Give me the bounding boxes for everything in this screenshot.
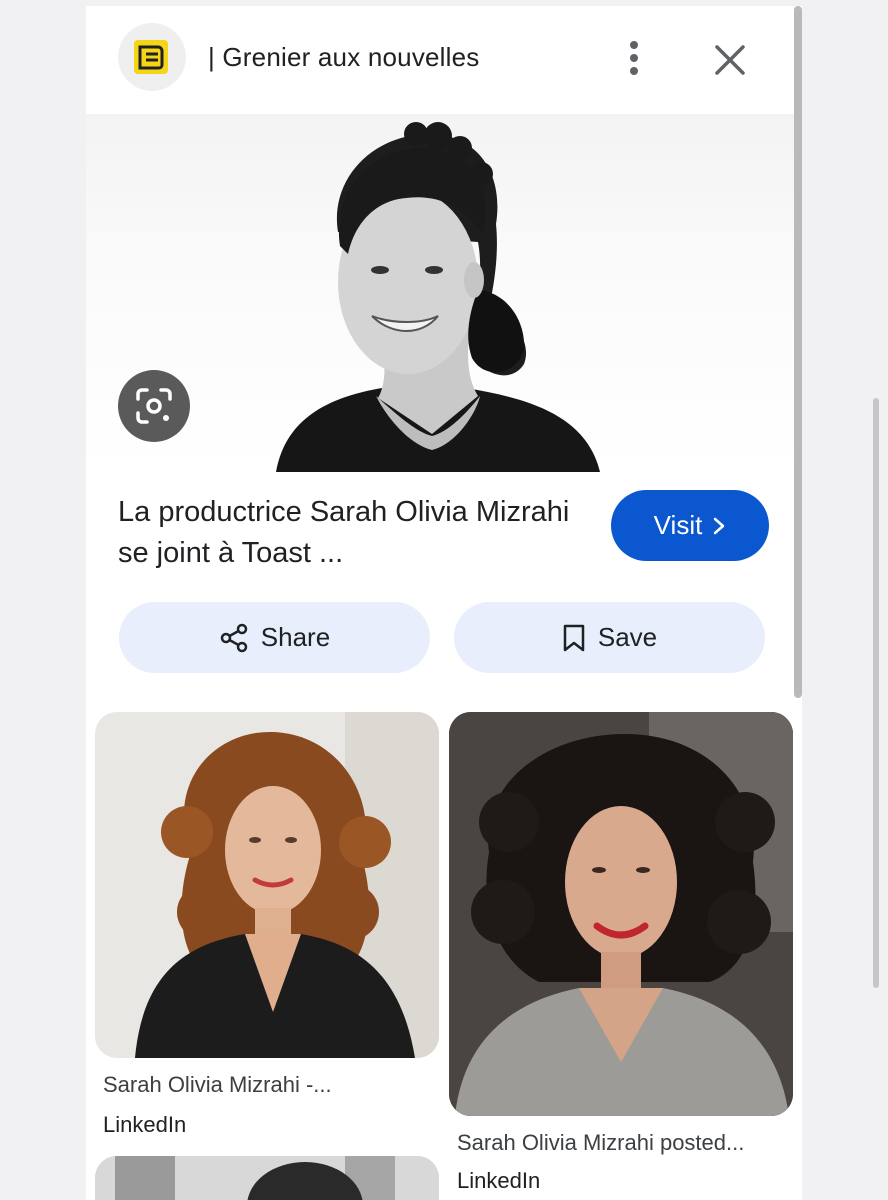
save-label: Save: [597, 622, 658, 652]
share-label: Share: [260, 622, 331, 652]
site-favicon[interactable]: [118, 23, 186, 91]
viewer-header: | Grenier aux nouvelles: [86, 6, 802, 114]
related-title-1[interactable]: Sarah Olivia Mizrahi -...: [103, 1072, 332, 1098]
close-button[interactable]: [708, 38, 752, 82]
related-source-1: LinkedIn: [103, 1112, 187, 1137]
related-photo-1: [135, 712, 439, 1058]
visit-button[interactable]: Visit: [611, 490, 769, 561]
share-button[interactable]: Share: [119, 602, 430, 673]
page-scrollbar[interactable]: [873, 398, 879, 988]
related-source-2: LinkedIn: [457, 1168, 541, 1193]
close-icon: [715, 45, 745, 75]
portrait-photo: [276, 122, 600, 472]
bookmark-icon: [563, 624, 585, 651]
page: | Grenier aux nouvelles La productrice S…: [0, 0, 888, 1200]
newspaper-logo-icon: [134, 40, 168, 74]
related-image-3[interactable]: [95, 1156, 439, 1200]
lens-search-button[interactable]: [118, 370, 190, 442]
image-caption[interactable]: La productrice Sarah Olivia Mizrahi se j…: [118, 492, 578, 574]
related-image-1[interactable]: [95, 712, 439, 1058]
site-name[interactable]: | Grenier aux nouvelles: [208, 42, 480, 73]
more-vert-icon: [630, 41, 638, 75]
image-viewer-panel: | Grenier aux nouvelles La productrice S…: [86, 6, 802, 1200]
visit-label: Visit: [653, 510, 703, 540]
google-lens-icon: [136, 388, 172, 424]
related-image-2[interactable]: [449, 712, 793, 1116]
panel-scrollbar[interactable]: [794, 6, 802, 698]
more-options-button[interactable]: [616, 38, 652, 78]
save-button[interactable]: Save: [454, 602, 765, 673]
main-image[interactable]: [86, 114, 802, 472]
share-icon: [220, 623, 248, 652]
related-photo-2: [449, 712, 793, 1116]
related-title-2[interactable]: Sarah Olivia Mizrahi posted...: [457, 1130, 744, 1156]
related-photo-3: [95, 1156, 439, 1200]
chevron-right-icon: [714, 517, 725, 534]
